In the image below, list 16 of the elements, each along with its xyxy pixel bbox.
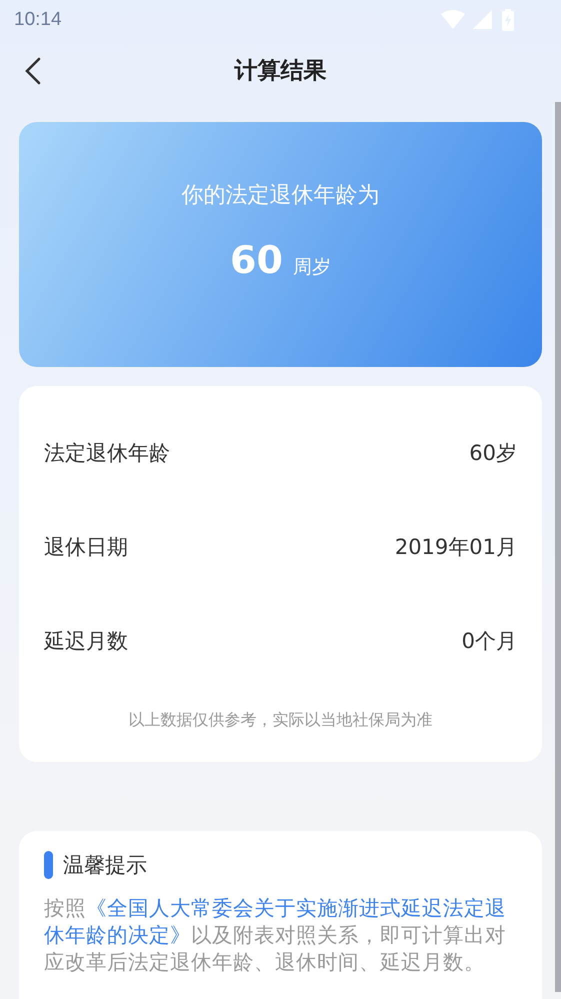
disclaimer-note: 以上数据仅供参考，实际以当地社保局为准 — [128, 710, 434, 731]
row-label: 法定退休年龄 — [44, 440, 170, 467]
row-value: 2019年01月 — [394, 534, 517, 561]
tip-heading: 温馨提示 — [63, 852, 147, 879]
row-label: 延迟月数 — [44, 628, 128, 655]
accent-bar — [44, 851, 53, 879]
page-title: 计算结果 — [234, 56, 326, 86]
age-value: 60 — [230, 238, 283, 282]
row-label: 退休日期 — [44, 534, 128, 561]
status-time: 10:14 — [14, 9, 62, 31]
row-value: 0个月 — [462, 628, 517, 655]
result-caption: 你的法定退休年龄为 — [182, 182, 380, 210]
tip-paragraph: 按照《全国人大常委会关于实施渐进式延迟法定退休年龄的决定》以及附表对照关系，即可计算出对应改革后法定退休年龄、退休时间、延迟月数。 — [44, 895, 506, 976]
scrollbar[interactable] — [555, 102, 561, 992]
row-value: 60岁 — [469, 440, 517, 467]
age-unit: 周岁 — [292, 255, 331, 280]
